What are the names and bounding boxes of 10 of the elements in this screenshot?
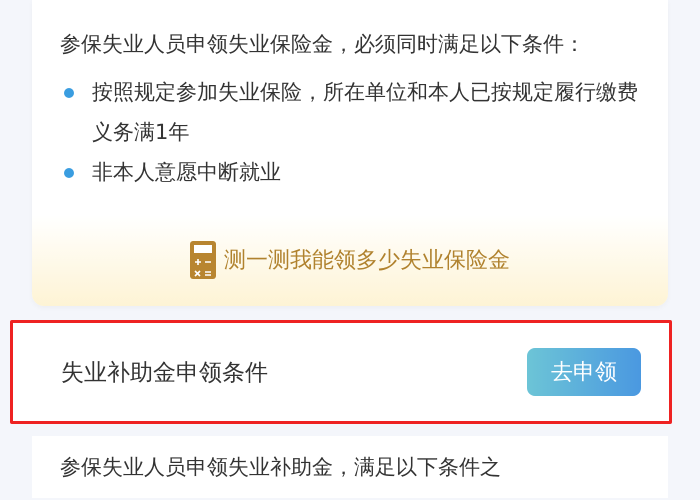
- condition-text: 按照规定参加失业保险，所在单位和本人已按规定履行缴费义务满1年: [92, 79, 639, 146]
- condition-text: 非本人意愿中断就业: [92, 159, 281, 186]
- intro-text: 参保失业人员申领失业补助金，满足以下条件之: [60, 455, 501, 479]
- section-title: 失业补助金申领条件: [61, 358, 268, 388]
- bullet-icon: [64, 168, 74, 178]
- intro-text: 参保失业人员申领失业保险金，必须同时满足以下条件：: [60, 31, 586, 58]
- bullet-icon: [64, 88, 74, 98]
- apply-button[interactable]: 去申领: [527, 348, 641, 396]
- calculator-icon: [190, 241, 216, 279]
- calculator-link[interactable]: 测一测我能领多少失业保险金: [224, 245, 510, 275]
